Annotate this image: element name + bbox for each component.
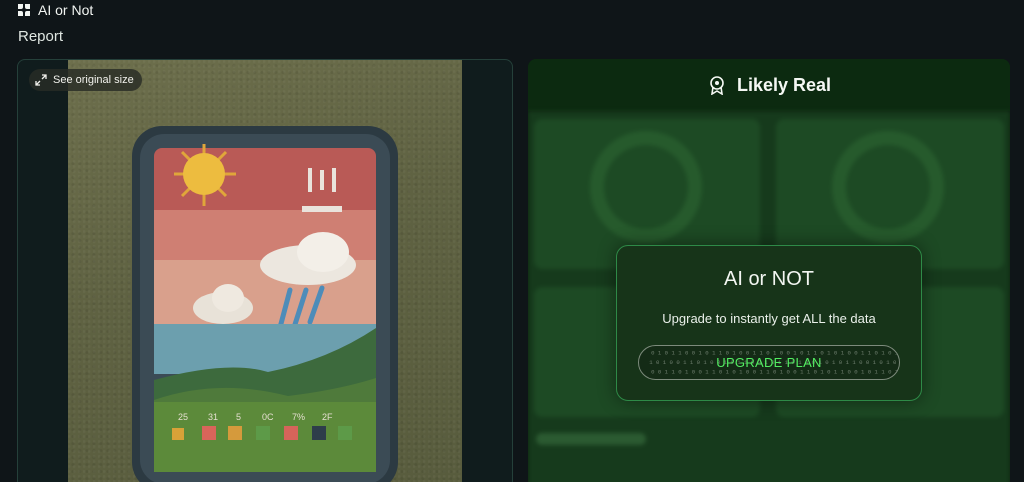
result-panel: Likely Real AI or NOT Upgrade to instant…: [528, 59, 1010, 482]
modal-title: AI or NOT: [723, 268, 814, 290]
verdict-header: Likely Real: [528, 59, 1010, 111]
upgrade-modal: AI or NOT Upgrade to instantly get ALL t…: [616, 245, 922, 401]
app-name[interactable]: AI or Not: [38, 2, 93, 18]
svg-text:25: 25: [178, 412, 188, 422]
upgrade-plan-button[interactable]: 0 1 0 1 1 0 0 1 0 1 1 0 1 0 0 1 1 0 1 0 …: [638, 345, 900, 380]
expand-arrows-icon: [35, 74, 47, 86]
svg-text:31: 31: [208, 412, 218, 422]
svg-text:0C: 0C: [262, 412, 274, 422]
app-header: AI or Not: [16, 0, 93, 20]
blurred-text: [536, 433, 646, 445]
analyzed-image: 25 31 5 0C 7% 2F: [68, 60, 462, 482]
blurred-gauge: [832, 131, 944, 243]
page-title: Report: [18, 28, 64, 45]
svg-text:7%: 7%: [292, 412, 305, 422]
see-original-size-label: See original size: [53, 74, 134, 86]
upgrade-plan-label: UPGRADE PLAN: [716, 355, 822, 370]
blurred-gauge: [590, 131, 702, 243]
clover-logo-icon[interactable]: [16, 2, 32, 18]
verdict-label: Likely Real: [736, 74, 832, 95]
analyzed-image-panel: 25 31 5 0C 7% 2F See original size: [17, 59, 513, 482]
svg-text:2F: 2F: [322, 412, 333, 422]
see-original-size-button[interactable]: See original size: [29, 69, 142, 91]
modal-description: Upgrade to instantly get ALL the data: [662, 311, 876, 326]
svg-text:5: 5: [236, 412, 241, 422]
award-badge-icon: [707, 75, 727, 96]
